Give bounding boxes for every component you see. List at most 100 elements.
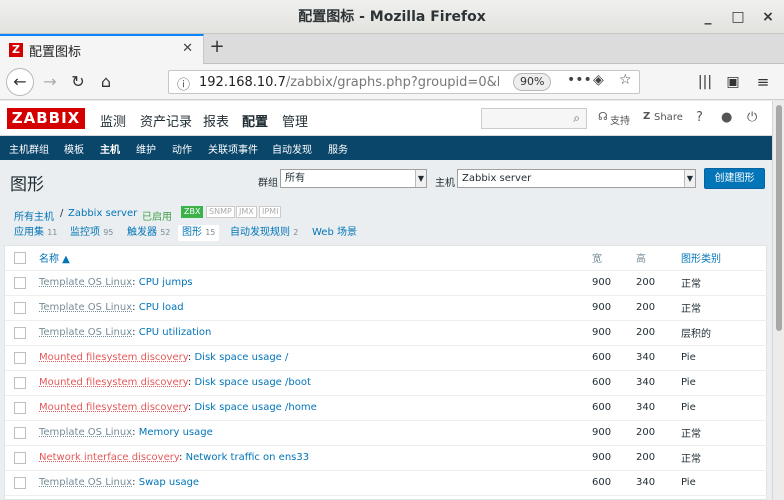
hamburger-menu-icon[interactable]: ≡: [752, 70, 774, 94]
global-search-input[interactable]: ⌕: [481, 108, 587, 129]
column-type-header[interactable]: 图形类别: [681, 246, 768, 271]
tab-items[interactable]: 监控项 95: [68, 225, 115, 241]
reload-icon[interactable]: ↻: [66, 70, 90, 94]
menu-reports[interactable]: 报表: [203, 111, 229, 130]
browser-navbar: ← → ↻ ⌂ ⓘ 192.168.10.7/zabbix/graphs.php…: [0, 64, 784, 100]
height-cell: 200: [636, 445, 681, 471]
graph-link[interactable]: CPU utilization: [139, 327, 212, 338]
graph-link[interactable]: Disk space usage /: [194, 352, 288, 363]
menu-administration[interactable]: 管理: [282, 111, 308, 130]
user-profile-icon[interactable]: ●: [721, 110, 732, 125]
site-info-icon[interactable]: ⓘ: [177, 74, 190, 93]
menu-configuration[interactable]: 配置: [242, 111, 269, 139]
menu-monitoring[interactable]: 监测: [100, 111, 126, 130]
tab-triggers[interactable]: 触发器 52: [125, 225, 172, 241]
graph-link[interactable]: Network traffic on ens33: [186, 452, 310, 463]
graph-name-cell: Mounted filesystem discovery: Disk space…: [39, 370, 592, 396]
row-checkbox[interactable]: [14, 351, 26, 364]
row-checkbox[interactable]: [14, 426, 26, 439]
discovery-rule-link[interactable]: Mounted filesystem discovery: [39, 352, 188, 363]
logout-icon[interactable]: ⏻: [747, 110, 757, 125]
row-checkbox[interactable]: [14, 376, 26, 389]
menu-inventory[interactable]: 资产记录: [140, 111, 192, 130]
library-icon[interactable]: |||: [694, 70, 716, 94]
tab-applications[interactable]: 应用集 11: [12, 225, 59, 241]
host-select[interactable]: Zabbix server ▼: [457, 169, 696, 188]
bookmark-star-icon[interactable]: ☆: [619, 72, 632, 88]
row-checkbox[interactable]: [14, 476, 26, 489]
zabbix-logo[interactable]: ZABBIX: [7, 108, 85, 129]
row-checkbox[interactable]: [14, 326, 26, 339]
breadcrumb-host[interactable]: Zabbix server: [68, 208, 137, 219]
height-cell: 200: [636, 320, 681, 346]
breadcrumb-all-hosts[interactable]: 所有主机: [14, 208, 54, 223]
submenu-host-groups[interactable]: 主机群组: [9, 141, 49, 156]
submenu-services[interactable]: 服务: [328, 141, 348, 156]
create-graph-button[interactable]: 创建图形: [704, 168, 765, 189]
table-row: Template OS Linux: Memory usage 900 200 …: [5, 420, 768, 446]
graph-link[interactable]: Disk space usage /home: [194, 402, 316, 413]
graph-link[interactable]: Disk space usage /boot: [194, 377, 310, 388]
minimize-button[interactable]: _: [696, 0, 720, 34]
discovery-rule-link[interactable]: Mounted filesystem discovery: [39, 402, 188, 413]
page-scrollbar[interactable]: [772, 101, 784, 500]
select-all-checkbox[interactable]: [14, 251, 26, 264]
host-status-enabled[interactable]: 已启用: [142, 208, 172, 223]
search-icon[interactable]: ⌕: [573, 111, 580, 126]
column-name-header[interactable]: 名称 ▲: [39, 246, 592, 271]
sidebar-icon[interactable]: ▣: [722, 70, 744, 94]
row-checkbox[interactable]: [14, 276, 26, 289]
template-link[interactable]: Template OS Linux: [39, 427, 132, 438]
submenu-event-correlation[interactable]: 关联项事件: [208, 141, 258, 156]
close-window-button[interactable]: ×: [756, 0, 780, 34]
tab-web-scenarios[interactable]: Web 场景: [310, 225, 359, 241]
share-icon[interactable]: Z: [643, 111, 650, 122]
graph-link[interactable]: CPU jumps: [139, 277, 193, 288]
url-bar[interactable]: ⓘ 192.168.10.7/zabbix/graphs.php?groupid…: [168, 70, 640, 94]
type-cell: Pie: [681, 470, 768, 496]
scrollbar-thumb[interactable]: [776, 105, 782, 331]
submenu-templates[interactable]: 模板: [64, 141, 84, 156]
select-all-cell: [5, 246, 39, 271]
discovery-rule-link[interactable]: Network interface discovery: [39, 452, 179, 463]
zoom-level[interactable]: 90%: [513, 73, 552, 91]
height-cell: 200: [636, 420, 681, 446]
maximize-button[interactable]: □: [726, 0, 750, 34]
template-link[interactable]: Template OS Linux: [39, 302, 132, 313]
ipmi-availability-badge: IPMI: [259, 206, 282, 218]
page-actions-icon[interactable]: •••: [567, 72, 592, 88]
discovery-rule-link[interactable]: Mounted filesystem discovery: [39, 377, 188, 388]
graph-link[interactable]: CPU load: [139, 302, 184, 313]
submenu-hosts[interactable]: 主机: [100, 141, 120, 156]
graph-link[interactable]: Swap usage: [139, 477, 199, 488]
template-link[interactable]: Template OS Linux: [39, 277, 132, 288]
group-select[interactable]: 所有 ▼: [280, 169, 427, 188]
forward-icon[interactable]: →: [38, 70, 62, 94]
submenu-maintenance[interactable]: 维护: [136, 141, 156, 156]
browser-tab[interactable]: Z 配置图标 ✕: [0, 34, 204, 64]
tab-graphs[interactable]: 图形 15: [178, 225, 220, 241]
height-cell: 340: [636, 345, 681, 371]
pocket-icon[interactable]: ◈: [593, 72, 604, 88]
help-icon[interactable]: ?: [696, 110, 703, 125]
home-icon[interactable]: ⌂: [94, 70, 118, 94]
template-link[interactable]: Template OS Linux: [39, 327, 132, 338]
graph-link[interactable]: Memory usage: [139, 427, 213, 438]
row-checkbox[interactable]: [14, 401, 26, 414]
chevron-down-icon: ▼: [415, 170, 426, 187]
new-tab-icon[interactable]: +: [206, 36, 228, 57]
support-link[interactable]: 支持: [610, 112, 630, 127]
submenu-discovery[interactable]: 自动发现: [272, 141, 312, 156]
headset-icon[interactable]: ☊: [598, 110, 608, 123]
template-link[interactable]: Template OS Linux: [39, 477, 132, 488]
row-checkbox[interactable]: [14, 451, 26, 464]
submenu-actions[interactable]: 动作: [172, 141, 192, 156]
share-link[interactable]: Share: [654, 112, 683, 123]
back-icon[interactable]: ←: [6, 68, 34, 96]
tab-discovery-rules[interactable]: 自动发现规则 2: [228, 225, 300, 241]
row-checkbox[interactable]: [14, 301, 26, 314]
graph-name-cell: Mounted filesystem discovery: Disk space…: [39, 345, 592, 371]
url-text[interactable]: 192.168.10.7/zabbix/graphs.php?groupid=0…: [199, 75, 499, 90]
height-cell: 200: [636, 270, 681, 296]
close-tab-icon[interactable]: ✕: [182, 41, 193, 56]
